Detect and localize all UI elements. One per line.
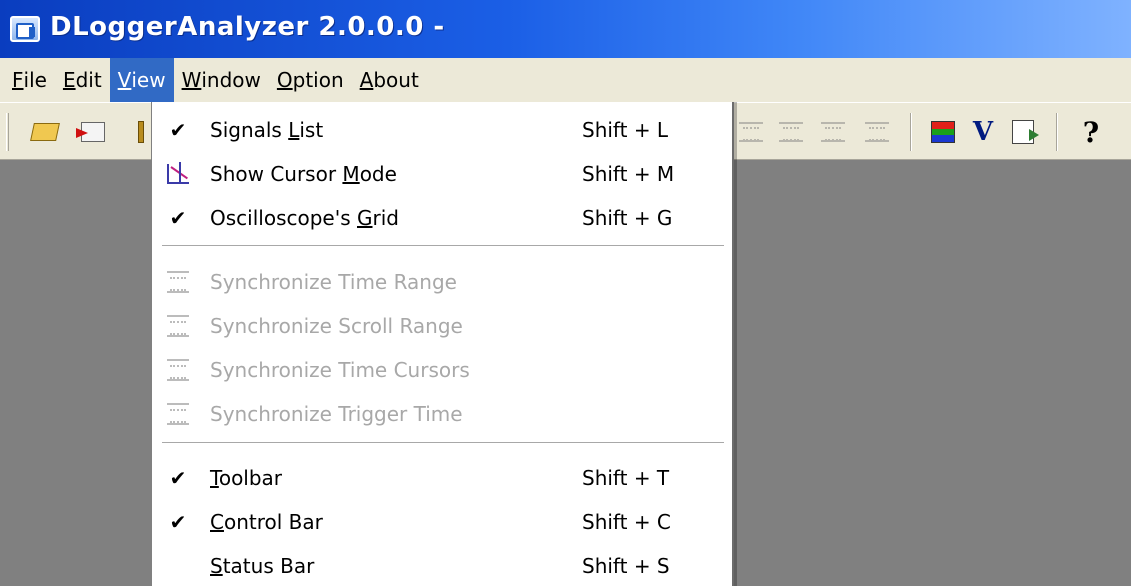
toolbar-grip[interactable] bbox=[6, 113, 9, 151]
menu-file[interactable]: File bbox=[4, 58, 55, 102]
menu-edit-mnemonic: E bbox=[62, 68, 76, 92]
sync-trigger-time-icon bbox=[160, 394, 196, 434]
menu-item-toolbar[interactable]: ✔ Toolbar Shift + T bbox=[152, 458, 732, 498]
menu-item-label: ode bbox=[359, 162, 397, 186]
sync-time-range-icon bbox=[160, 262, 196, 302]
menu-item-oscilloscope-grid[interactable]: ✔ Oscilloscope's Grid Shift + G bbox=[152, 198, 732, 238]
toolbar-separator bbox=[910, 113, 912, 151]
sync-time-cursors-icon bbox=[160, 350, 196, 390]
check-icon: ✔ bbox=[169, 206, 187, 230]
menu-item-label: tatus Bar bbox=[222, 554, 315, 578]
v-icon[interactable]: V bbox=[968, 117, 998, 147]
menu-item-mnemonic: T bbox=[210, 466, 219, 490]
view-menu-dropdown: ✔ Signals List Shift + L Show Cursor Mod… bbox=[151, 102, 734, 586]
menu-item-label: Synchronize Scroll Range bbox=[210, 314, 463, 338]
menu-option-label: ption bbox=[292, 68, 344, 92]
menu-item-mnemonic: C bbox=[210, 510, 224, 534]
shortcut-text: Shift + S bbox=[582, 554, 670, 578]
color-red-stripe bbox=[932, 122, 954, 129]
title-bar: DLoggerAnalyzer 2.0.0.0 - bbox=[0, 0, 1131, 58]
import-icon[interactable] bbox=[76, 117, 108, 147]
export-icon[interactable] bbox=[1008, 117, 1039, 147]
menu-window-label: indow bbox=[201, 68, 261, 92]
menu-view-label: iew bbox=[131, 68, 166, 92]
shortcut-text: Shift + C bbox=[582, 510, 671, 534]
help-icon[interactable]: ? bbox=[1076, 116, 1106, 149]
sync-time-range-icon[interactable] bbox=[736, 117, 766, 147]
menu-item-label: Oscilloscope's bbox=[210, 206, 357, 230]
menu-item-label: Signals bbox=[210, 118, 289, 142]
menu-item-sync-time-cursors[interactable]: Synchronize Time Cursors bbox=[152, 350, 732, 390]
shortcut-text: Shift + T bbox=[582, 466, 670, 490]
menu-view[interactable]: View bbox=[109, 58, 174, 102]
menu-item-label: Synchronize Trigger Time bbox=[210, 402, 463, 426]
menu-edit[interactable]: Edit bbox=[55, 58, 110, 102]
menu-item-signals-list[interactable]: ✔ Signals List Shift + L bbox=[152, 110, 732, 150]
menu-item-label: ontrol Bar bbox=[223, 510, 323, 534]
sync-scroll-range-icon bbox=[160, 306, 196, 346]
menu-item-label: ist bbox=[299, 118, 324, 142]
check-icon: ✔ bbox=[169, 510, 187, 534]
window-title: DLoggerAnalyzer 2.0.0.0 - bbox=[50, 12, 445, 42]
menu-item-mnemonic: L bbox=[288, 118, 300, 142]
menu-item-sync-trigger-time[interactable]: Synchronize Trigger Time bbox=[152, 394, 732, 434]
color-green-stripe bbox=[932, 128, 954, 136]
menu-file-mnemonic: F bbox=[12, 68, 24, 92]
shortcut-text: Shift + L bbox=[582, 118, 669, 142]
menu-edit-label: dit bbox=[75, 68, 102, 92]
color-blue-stripe bbox=[932, 135, 954, 143]
open-folder-icon[interactable] bbox=[30, 117, 60, 147]
menu-about[interactable]: About bbox=[352, 58, 427, 102]
check-icon: ✔ bbox=[169, 466, 187, 490]
menu-item-label: rid bbox=[372, 206, 399, 230]
menu-option-mnemonic: O bbox=[276, 68, 293, 92]
app-icon[interactable] bbox=[10, 16, 40, 42]
menu-item-mnemonic: S bbox=[210, 554, 223, 578]
menu-item-show-cursor-mode[interactable]: Show Cursor Mode Shift + M bbox=[152, 154, 732, 194]
menu-item-label: Synchronize Time Range bbox=[210, 270, 457, 294]
menu-item-label: oolbar bbox=[218, 466, 283, 490]
shortcut-text: Shift + M bbox=[582, 162, 675, 186]
menu-about-label: bout bbox=[373, 68, 419, 92]
menu-item-label: Synchronize Time Cursors bbox=[210, 358, 470, 382]
shortcut-text: Shift + G bbox=[582, 206, 673, 230]
menu-item-control-bar[interactable]: ✔ Control Bar Shift + C bbox=[152, 502, 732, 542]
menu-file-label: ile bbox=[23, 68, 47, 92]
menu-option[interactable]: Option bbox=[269, 58, 352, 102]
menu-item-label: Show Cursor bbox=[210, 162, 343, 186]
sync-scroll-range-icon[interactable] bbox=[776, 117, 806, 147]
menu-about-mnemonic: A bbox=[359, 68, 374, 92]
menu-item-status-bar[interactable]: Status Bar Shift + S bbox=[152, 546, 732, 586]
menu-item-sync-scroll-range[interactable]: Synchronize Scroll Range bbox=[152, 306, 732, 346]
sync-time-cursors-icon[interactable] bbox=[818, 117, 848, 147]
cursor-mode-icon bbox=[160, 154, 196, 194]
toolbar-separator bbox=[1056, 113, 1058, 151]
sync-trigger-time-icon[interactable] bbox=[862, 117, 892, 147]
menu-item-mnemonic: M bbox=[342, 162, 360, 186]
check-icon: ✔ bbox=[169, 118, 187, 142]
menu-bar: File Edit View Window Option About bbox=[0, 58, 1131, 102]
menu-separator bbox=[162, 245, 724, 247]
menu-item-sync-time-range[interactable]: Synchronize Time Range bbox=[152, 262, 732, 302]
menu-item-mnemonic: G bbox=[357, 206, 373, 230]
check-placeholder bbox=[160, 546, 196, 586]
menu-separator bbox=[162, 442, 724, 444]
color-bars-icon[interactable] bbox=[928, 117, 958, 147]
menu-view-mnemonic: V bbox=[117, 68, 132, 92]
menu-window-mnemonic: W bbox=[181, 68, 202, 92]
menu-window[interactable]: Window bbox=[174, 58, 269, 102]
